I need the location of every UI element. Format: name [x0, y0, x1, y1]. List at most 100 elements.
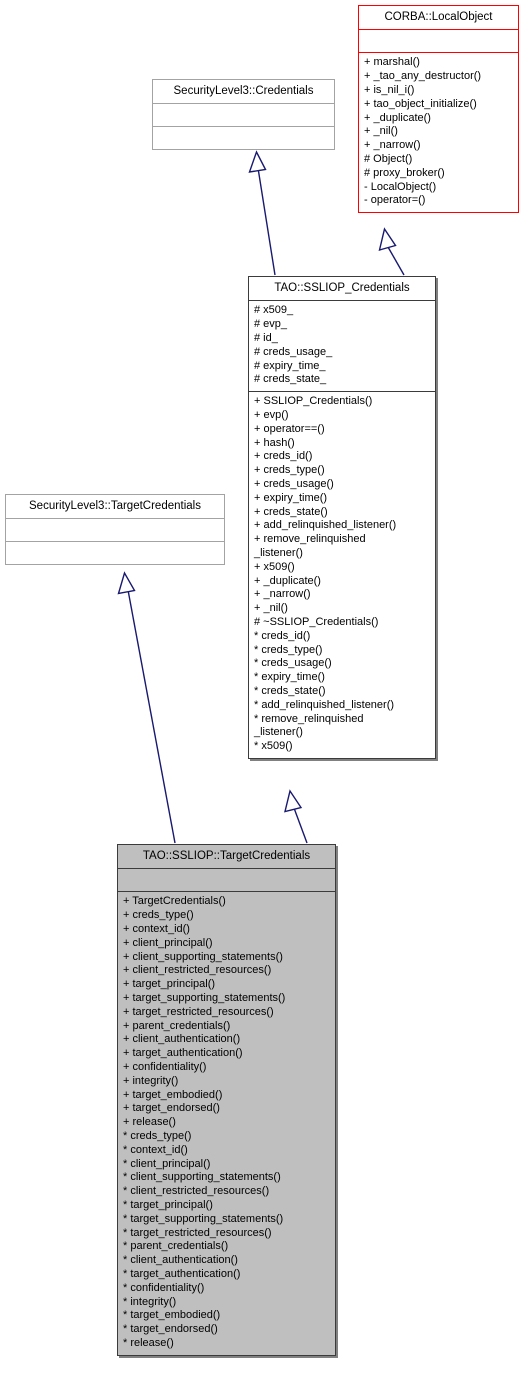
- class-member: + _tao_any_destructor(): [364, 70, 482, 83]
- class-member: + _nil(): [254, 602, 288, 615]
- class-member: * client_restricted_resources(): [123, 1185, 270, 1198]
- class-member: * target_principal(): [123, 1199, 213, 1212]
- class-member: + creds_state(): [254, 505, 328, 518]
- class-member: + release(): [123, 1116, 176, 1129]
- class-member: _listener(): [254, 547, 303, 560]
- class-member: + creds_type(): [254, 464, 325, 477]
- class-member: * client_principal(): [123, 1157, 211, 1170]
- class-member: _listener(): [254, 726, 303, 739]
- class-member: + context_id(): [123, 923, 190, 936]
- edge-ssliop-credentials-to-securitylevel3-credentials: [248, 150, 276, 276]
- class-member: + SSLIOP_Credentials(): [254, 395, 373, 408]
- class-title-tao-ssliop-targetcredentials: TAO::SSLIOP::TargetCredentials: [142, 850, 311, 862]
- class-member: # evp_: [254, 318, 288, 331]
- class-member: * x509(): [254, 740, 293, 753]
- class-title-securitylevel3-credentials: SecurityLevel3::Credentials: [173, 85, 314, 97]
- class-member: + _nil(): [364, 125, 398, 138]
- class-operations-corba-localobject: + marshal() + _tao_any_destructor() + is…: [359, 53, 518, 212]
- class-member: + target_restricted_resources(): [123, 1005, 274, 1018]
- class-member: + client_principal(): [123, 936, 213, 949]
- class-member: # creds_state_: [254, 373, 327, 386]
- class-member: * release(): [123, 1336, 174, 1349]
- class-member: # expiry_time_: [254, 359, 326, 372]
- class-member: + is_nil_i(): [364, 84, 415, 97]
- class-member: - operator=(): [364, 194, 426, 207]
- class-member: * creds_state(): [254, 685, 326, 697]
- class-member: + _duplicate(): [364, 111, 431, 124]
- class-member: + _narrow(): [254, 588, 311, 601]
- class-title-tao-ssliop-credentials: TAO::SSLIOP_Credentials: [274, 282, 410, 294]
- class-member: * expiry_time(): [254, 671, 325, 684]
- class-node-corba-localobject[interactable]: CORBA::LocalObject + marshal() + _tao_an…: [358, 5, 519, 214]
- class-member: # x509_: [254, 304, 294, 317]
- class-member: + target_principal(): [123, 978, 216, 991]
- class-member: + marshal(): [364, 56, 420, 69]
- class-member: + evp(): [254, 409, 289, 422]
- class-member: + client_authentication(): [123, 1033, 241, 1046]
- class-member: * target_supporting_statements(): [123, 1212, 284, 1225]
- class-member: * confidentiality(): [123, 1281, 205, 1294]
- class-member: + remove_relinquished: [254, 533, 366, 546]
- class-member: - LocalObject(): [364, 180, 437, 193]
- class-node-securitylevel3-credentials[interactable]: SecurityLevel3::Credentials: [152, 79, 335, 151]
- edge-ssliop-credentials-to-corba-localobject: [378, 227, 405, 276]
- class-member: + TargetCredentials(): [123, 895, 226, 908]
- class-member: + _duplicate(): [254, 574, 321, 587]
- class-member: * target_restricted_resources(): [123, 1226, 272, 1239]
- class-member: + tao_object_initialize(): [364, 97, 477, 110]
- class-member: + integrity(): [123, 1074, 179, 1087]
- class-member: + client_restricted_resources(): [123, 964, 272, 977]
- class-member: # proxy_broker(): [364, 166, 445, 179]
- class-operations-securitylevel3-credentials: [153, 127, 334, 149]
- class-member: * integrity(): [123, 1295, 177, 1308]
- class-member: * client_authentication(): [123, 1254, 238, 1267]
- class-operations-securitylevel3-targetcredentials: [6, 542, 224, 564]
- class-member: # id_: [254, 332, 278, 345]
- class-member: + operator==(): [254, 422, 325, 435]
- class-member: * target_endorsed(): [123, 1323, 218, 1336]
- class-member: + target_authentication(): [123, 1047, 243, 1060]
- class-member: * target_authentication(): [123, 1268, 241, 1280]
- class-member: + target_endorsed(): [123, 1102, 220, 1115]
- class-member: # Object(): [364, 153, 413, 166]
- class-operations-tao-ssliop-targetcredentials: + TargetCredentials() + creds_type() + c…: [118, 892, 335, 1354]
- class-attributes-tao-ssliop-credentials: # x509_ # evp_ # id_ # creds_usage_ # ex…: [249, 301, 435, 391]
- class-node-tao-ssliop-credentials[interactable]: TAO::SSLIOP_Credentials # x509_ # evp_ #…: [248, 276, 436, 759]
- class-member: * creds_type(): [123, 1130, 192, 1143]
- class-member: + target_supporting_statements(): [123, 992, 286, 1005]
- class-member: * creds_type(): [254, 643, 323, 656]
- class-member: * remove_relinquished: [254, 712, 364, 725]
- class-diagram-canvas: CORBA::LocalObject + marshal() + _tao_an…: [0, 0, 525, 1395]
- class-member: + add_relinquished_listener(): [254, 519, 397, 532]
- class-member: + _narrow(): [364, 139, 421, 152]
- class-member: * creds_id(): [254, 629, 311, 642]
- class-attributes-securitylevel3-credentials: [153, 104, 334, 126]
- class-member: * context_id(): [123, 1143, 188, 1156]
- class-member: * creds_usage(): [254, 657, 332, 670]
- class-node-securitylevel3-targetcredentials[interactable]: SecurityLevel3::TargetCredentials: [5, 494, 225, 566]
- class-attributes-securitylevel3-targetcredentials: [6, 519, 224, 541]
- class-title-securitylevel3-targetcredentials: SecurityLevel3::TargetCredentials: [29, 500, 201, 512]
- class-member: + expiry_time(): [254, 491, 328, 504]
- class-operations-tao-ssliop-credentials: + SSLIOP_Credentials() + evp() + operato…: [249, 392, 435, 758]
- class-member: + creds_id(): [254, 450, 313, 463]
- class-member: + hash(): [254, 436, 295, 449]
- edge-ssliop-targetcredentials-to-ssliop-credentials: [284, 789, 308, 844]
- edge-ssliop-targetcredentials-to-securitylevel3-targetcredentials: [117, 571, 176, 844]
- class-member: * client_supporting_statements(): [123, 1171, 281, 1184]
- class-node-tao-ssliop-targetcredentials[interactable]: TAO::SSLIOP::TargetCredentials + TargetC…: [117, 844, 336, 1356]
- class-member: # creds_usage_: [254, 345, 333, 358]
- class-member: + confidentiality(): [123, 1061, 207, 1074]
- class-title-corba-localobject: CORBA::LocalObject: [384, 11, 493, 23]
- class-attributes-corba-localobject: [359, 30, 518, 52]
- class-member: * add_relinquished_listener(): [254, 698, 395, 711]
- class-member: * parent_credentials(): [123, 1240, 229, 1253]
- class-member: + creds_usage(): [254, 478, 334, 491]
- class-member: + creds_type(): [123, 909, 194, 922]
- class-member: + client_supporting_statements(): [123, 950, 283, 963]
- class-member: + parent_credentials(): [123, 1019, 231, 1032]
- class-member: + target_embodied(): [123, 1088, 223, 1101]
- class-member: * target_embodied(): [123, 1309, 221, 1322]
- class-member: # ~SSLIOP_Credentials(): [254, 616, 379, 629]
- class-attributes-tao-ssliop-targetcredentials: [118, 869, 335, 891]
